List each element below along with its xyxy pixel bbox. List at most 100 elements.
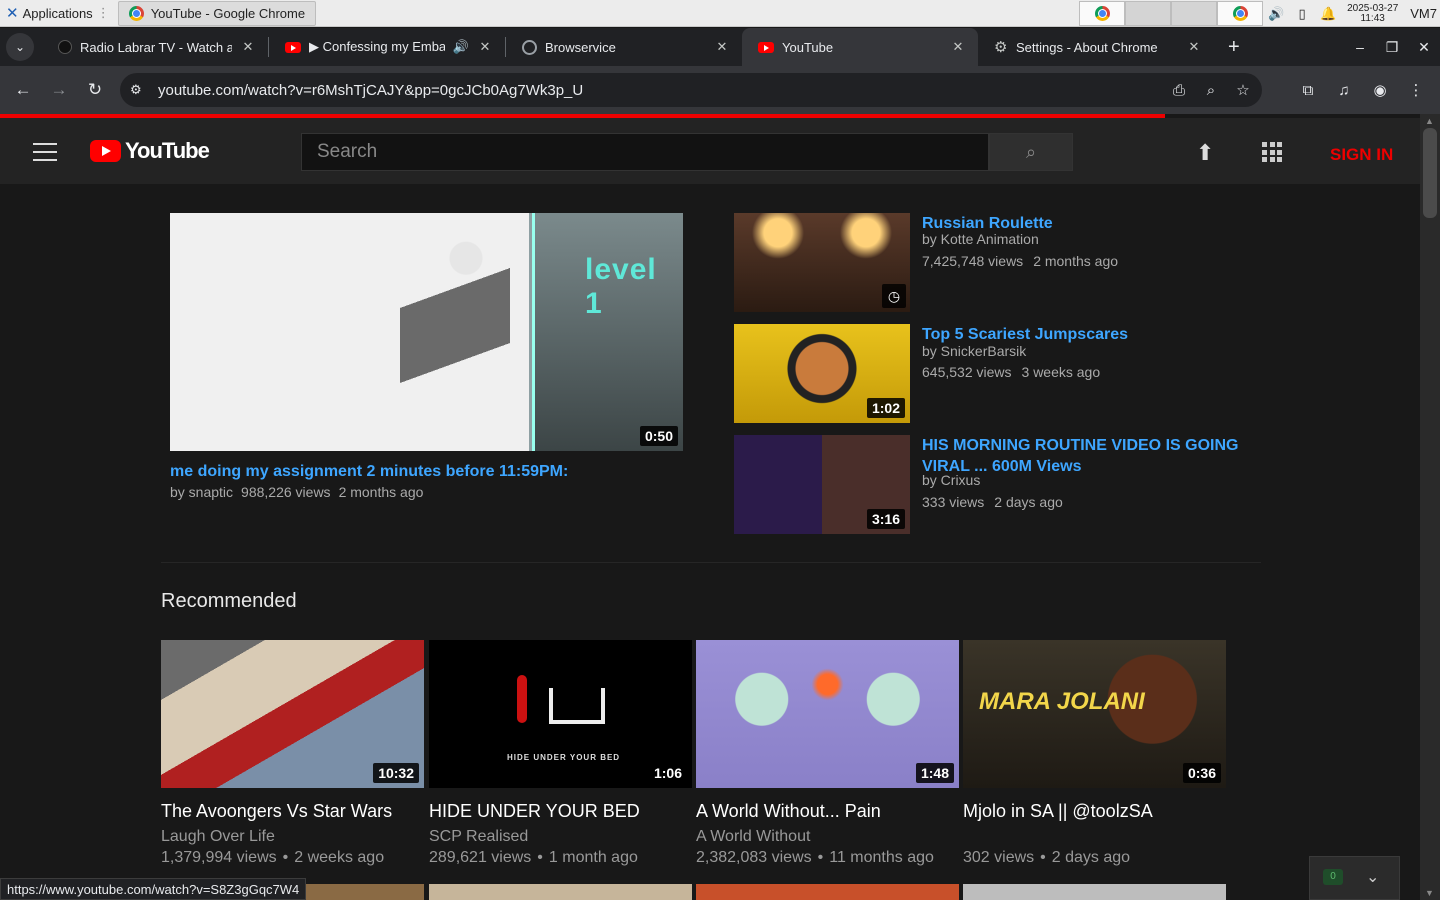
channel-name[interactable]: Laugh Over Life — [161, 828, 275, 846]
audio-playing-icon[interactable]: 🔊 — [453, 39, 469, 55]
clock[interactable]: 2025-03-27 11:43 — [1341, 3, 1404, 24]
extensions-icon[interactable]: ⧉ — [1290, 82, 1326, 99]
channel-name[interactable]: by snaptic — [170, 484, 233, 500]
youtube-favicon — [758, 41, 774, 53]
install-app-icon[interactable]: ⎙ — [1166, 82, 1192, 99]
tab-title: Settings - About Chrome — [1016, 39, 1158, 55]
reload-button[interactable]: ↻ — [78, 73, 112, 107]
page-scrollbar[interactable]: ▲ ▼ — [1420, 114, 1440, 900]
video-thumbnail[interactable]: ◷ — [734, 213, 910, 312]
recommended-video-card[interactable]: HIDE UNDER YOUR BED 1:06 HIDE UNDER YOUR… — [429, 640, 693, 866]
clock-icon[interactable]: ◷ — [882, 284, 906, 308]
tab-close-icon[interactable]: ✕ — [714, 39, 730, 55]
search-input[interactable]: Search — [301, 133, 989, 171]
new-tab-button[interactable]: + — [1228, 36, 1240, 59]
video-title[interactable]: The Avoongers Vs Star Wars — [161, 801, 431, 822]
channel-name[interactable]: A World Without — [696, 828, 810, 846]
profile-icon[interactable]: ◉ — [1362, 81, 1398, 99]
video-title[interactable]: Mjolo in SA || @toolzSA — [963, 801, 1233, 822]
scroll-up-icon[interactable]: ▲ — [1425, 116, 1434, 126]
channel-name[interactable]: by Crixus — [922, 472, 980, 488]
tab-confessing[interactable]: ▶ Confessing my Embar 🔊 ✕ — [269, 28, 505, 66]
recommended-video-card[interactable]: 10:32 The Avoongers Vs Star Wars Laugh O… — [161, 640, 425, 866]
view-count: 645,532 views — [922, 364, 1012, 380]
upload-icon[interactable]: ⬆ — [1196, 140, 1214, 166]
tab-radio-labrar[interactable]: Radio Labrar TV - Watch at ✕ — [42, 28, 268, 66]
video-thumbnail[interactable] — [429, 884, 692, 900]
chevron-down-icon[interactable]: ⌄ — [1366, 867, 1379, 887]
close-window-icon[interactable]: ✕ — [1408, 39, 1440, 56]
site-info-icon[interactable]: ⚙ — [130, 82, 156, 98]
related-video[interactable]: 3:16 HIS MORNING ROUTINE VIDEO IS GOING … — [734, 435, 1254, 535]
tab-close-icon[interactable]: ✕ — [477, 39, 493, 55]
video-title[interactable]: HIDE UNDER YOUR BED — [429, 801, 699, 822]
notification-bell-icon[interactable]: 🔔 — [1315, 0, 1341, 27]
search-button[interactable]: ⌕ — [989, 133, 1073, 171]
video-stats: 289,621 views • 1 month ago — [429, 849, 638, 867]
video-thumbnail[interactable]: 10:32 — [161, 640, 424, 788]
channel-name[interactable]: by Kotte Animation — [922, 231, 1039, 247]
bookmark-star-icon[interactable]: ☆ — [1230, 81, 1256, 99]
zoom-icon[interactable]: ⌕ — [1198, 82, 1224, 99]
video-thumbnail[interactable] — [963, 884, 1226, 900]
workspace-2[interactable] — [1125, 1, 1172, 26]
address-bar[interactable]: ⚙ youtube.com/watch?v=r6MshTjCAJY&pp=0gc… — [120, 73, 1262, 107]
sign-in-button[interactable]: SIGN IN — [1330, 145, 1393, 165]
tab-youtube[interactable]: YouTube ✕ — [742, 28, 978, 66]
taskbar-window-button[interactable]: YouTube - Google Chrome — [117, 0, 317, 26]
floating-widget[interactable]: 0 ⌄ — [1309, 856, 1400, 900]
media-controls-icon[interactable]: ♫ — [1326, 82, 1362, 99]
video-thumbnail[interactable]: 1:02 — [734, 324, 910, 423]
youtube-logo[interactable]: YouTube — [90, 138, 210, 164]
menu-icon[interactable] — [33, 143, 57, 161]
restore-icon[interactable]: ❐ — [1376, 39, 1408, 56]
widget-badge: 0 — [1323, 869, 1343, 885]
workspace-1[interactable] — [1079, 1, 1126, 26]
tab-settings[interactable]: ⚙ Settings - About Chrome ✕ — [978, 28, 1214, 66]
forward-button[interactable]: → — [42, 73, 76, 107]
scrollbar-thumb[interactable] — [1423, 128, 1437, 218]
applications-menu[interactable]: ✕ Applications ⋮ — [0, 0, 116, 27]
featured-video-thumbnail[interactable]: level 1 0:50 — [170, 213, 683, 451]
chrome-menu-icon[interactable]: ⋮ — [1398, 81, 1434, 99]
video-thumbnail[interactable] — [696, 884, 959, 900]
video-thumbnail[interactable]: 3:16 — [734, 435, 910, 534]
recommended-video-card[interactable]: 1:48 A World Without... Pain A World Wit… — [696, 640, 960, 866]
menu-handle-icon: ⋮ — [96, 5, 110, 20]
volume-icon[interactable]: 🔊 — [1263, 0, 1289, 27]
back-button[interactable]: ← — [6, 73, 40, 107]
upload-age: 2 months ago — [338, 484, 424, 500]
channel-name[interactable]: by SnickerBarsik — [922, 343, 1026, 359]
view-count: 2,382,083 views — [696, 849, 812, 866]
scroll-down-icon[interactable]: ▼ — [1425, 888, 1434, 898]
video-title[interactable]: HIS MORNING ROUTINE VIDEO IS GOING VIRAL… — [922, 435, 1242, 477]
recommended-video-card[interactable]: MARA JOLANI 0:36 Mjolo in SA || @toolzSA… — [963, 640, 1227, 866]
workspace-4[interactable] — [1217, 1, 1264, 26]
video-thumbnail[interactable]: HIDE UNDER YOUR BED 1:06 — [429, 640, 692, 788]
channel-name[interactable]: SCP Realised — [429, 828, 528, 846]
xfce-logo-icon: ✕ — [6, 5, 19, 22]
tab-browservice[interactable]: Browservice ✕ — [506, 28, 742, 66]
tab-close-icon[interactable]: ✕ — [1186, 39, 1202, 55]
workspace-3[interactable] — [1171, 1, 1218, 26]
tab-search-button[interactable]: ⌄ — [6, 33, 34, 61]
figure-graphic — [517, 675, 527, 723]
video-title[interactable]: Top 5 Scariest Jumpscares — [922, 324, 1242, 345]
address-url[interactable]: youtube.com/watch?v=r6MshTjCAJY&pp=0gcJC… — [158, 82, 583, 99]
os-taskbar: ✕ Applications ⋮ YouTube - Google Chrome… — [0, 0, 1440, 27]
tab-title: Browservice — [545, 39, 616, 55]
video-title[interactable]: A World Without... Pain — [696, 801, 966, 822]
apps-grid-icon[interactable] — [1262, 142, 1282, 162]
related-video[interactable]: 1:02 Top 5 Scariest Jumpscares by Snicke… — [734, 324, 1254, 424]
video-thumbnail[interactable]: 1:48 — [696, 640, 959, 788]
tab-close-icon[interactable]: ✕ — [950, 39, 966, 55]
tab-close-icon[interactable]: ✕ — [240, 39, 256, 55]
battery-icon[interactable]: ▯ — [1289, 0, 1315, 27]
video-duration: 3:16 — [866, 509, 905, 529]
youtube-favicon — [285, 41, 301, 53]
video-thumbnail[interactable]: MARA JOLANI 0:36 — [963, 640, 1226, 788]
minimize-icon[interactable]: – — [1344, 39, 1376, 55]
chrome-icon — [1232, 6, 1248, 21]
related-video[interactable]: ◷ Russian Roulette by Kotte Animation 7,… — [734, 213, 1254, 313]
featured-video-title[interactable]: me doing my assignment 2 minutes before … — [170, 463, 568, 481]
